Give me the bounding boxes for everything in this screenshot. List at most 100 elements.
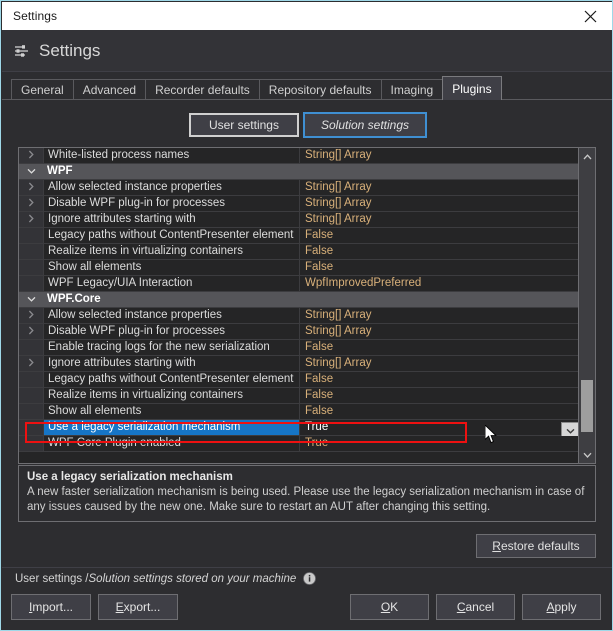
property-name: Enable tracing logs for the new serializ… — [43, 340, 299, 355]
property-row[interactable]: WPF Legacy/UIA Interaction WpfImprovedPre… — [19, 276, 580, 292]
property-row[interactable]: Show all elements False — [19, 404, 580, 420]
property-name: Legacy paths without ContentPresenter el… — [43, 372, 299, 387]
cancel-accel: C — [456, 600, 466, 614]
page-title: Settings — [39, 40, 101, 60]
property-name: Allow selected instance properties — [43, 308, 299, 323]
property-value[interactable]: False — [299, 388, 580, 403]
row-expander-cell — [19, 276, 43, 291]
property-name: Realize items in virtualizing containers — [43, 244, 299, 259]
ok-accel: O — [380, 600, 391, 614]
sliders-icon — [13, 42, 30, 59]
row-expander-cell[interactable] — [19, 148, 43, 163]
property-name: WPF Core Plugin enabled — [43, 436, 299, 451]
property-row[interactable]: Use a legacy serialization mechanism True — [19, 420, 580, 439]
property-name: Realize items in virtualizing containers — [43, 388, 299, 403]
tab-recorder-defaults[interactable]: Recorder defaults — [145, 79, 260, 100]
settings-dialog: Settings Settings General Advanced Recor… — [0, 0, 613, 631]
property-grid[interactable]: White-listed process names String[] Array… — [18, 147, 596, 464]
property-name: Disable WPF plug-in for processes — [43, 324, 299, 339]
property-row[interactable]: White-listed process names String[] Array — [19, 148, 580, 164]
ok-button[interactable]: OK — [350, 594, 429, 620]
chevron-right-icon — [28, 198, 34, 209]
ok-label: K — [390, 600, 399, 614]
property-row[interactable]: Disable WPF plug-in for processes String[… — [19, 196, 580, 212]
property-grid-rows: White-listed process names String[] Array… — [19, 148, 580, 463]
property-row[interactable]: Allow selected instance properties String… — [19, 180, 580, 196]
chevron-right-icon — [28, 358, 34, 369]
property-value[interactable]: String[] Array — [299, 308, 580, 323]
tab-plugins[interactable]: Plugins — [442, 76, 502, 100]
restore-defaults-button[interactable]: Restore defaults — [476, 534, 596, 558]
row-expander-cell[interactable] — [19, 356, 43, 371]
row-expander-cell[interactable] — [19, 308, 43, 323]
property-value[interactable]: String[] Array — [299, 356, 580, 371]
property-name: WPF Legacy/UIA Interaction — [43, 276, 299, 291]
property-row[interactable]: WPF Core Plugin enabled True — [19, 436, 580, 452]
property-name: White-listed process names — [43, 148, 299, 163]
property-row[interactable]: Ignore attributes starting with String[] … — [19, 212, 580, 228]
chevron-up-icon[interactable] — [579, 148, 595, 165]
property-value[interactable]: WpfImprovedPreferred — [299, 276, 580, 291]
window-title: Settings — [13, 9, 58, 23]
apply-accel: A — [546, 600, 555, 614]
tab-strip-underline — [2, 99, 612, 100]
description-body: A new faster serialization mechanism is … — [27, 486, 585, 513]
row-expander-cell — [19, 340, 43, 355]
property-row[interactable]: Legacy paths without ContentPresenter el… — [19, 228, 580, 244]
chevron-down-icon — [566, 428, 574, 434]
row-expander-cell[interactable] — [19, 164, 43, 179]
property-value[interactable]: String[] Array — [299, 180, 580, 195]
property-value[interactable]: False — [299, 244, 580, 259]
tab-repository-defaults[interactable]: Repository defaults — [258, 79, 382, 100]
property-value[interactable]: False — [299, 260, 580, 275]
property-value[interactable]: True — [299, 420, 580, 435]
row-expander-cell[interactable] — [19, 180, 43, 195]
row-expander-cell — [19, 420, 43, 435]
cancel-button[interactable]: Cancel — [436, 594, 515, 620]
chevron-right-icon — [28, 182, 34, 193]
tab-imaging[interactable]: Imaging — [380, 79, 444, 100]
property-row[interactable]: Show all elements False — [19, 260, 580, 276]
row-expander-cell[interactable] — [19, 292, 43, 307]
apply-button[interactable]: Apply — [522, 594, 601, 620]
property-value[interactable]: False — [299, 372, 580, 387]
tab-general[interactable]: General — [11, 79, 74, 100]
property-value[interactable]: False — [299, 340, 580, 355]
chevron-down-icon[interactable] — [579, 446, 595, 463]
property-row[interactable]: Disable WPF plug-in for processes String[… — [19, 324, 580, 340]
property-value[interactable]: String[] Array — [299, 148, 580, 163]
property-group-row[interactable]: WPF.Core — [19, 292, 580, 308]
property-name: WPF — [47, 165, 73, 177]
import-button[interactable]: Import... — [11, 594, 91, 620]
property-grid-scrollbar[interactable] — [578, 148, 595, 463]
property-value[interactable]: False — [299, 228, 580, 243]
row-expander-cell[interactable] — [19, 212, 43, 227]
property-name: Ignore attributes starting with — [43, 212, 299, 227]
user-settings-button[interactable]: User settings — [188, 113, 299, 137]
property-value[interactable]: String[] Array — [299, 324, 580, 339]
row-expander-cell — [19, 228, 43, 243]
info-icon[interactable] — [303, 572, 317, 585]
row-expander-cell — [19, 404, 43, 419]
property-value[interactable]: True — [299, 436, 580, 451]
property-row[interactable]: Enable tracing logs for the new serializ… — [19, 340, 580, 356]
property-row[interactable]: Ignore attributes starting with String[] … — [19, 356, 580, 372]
property-group-row[interactable]: WPF — [19, 164, 580, 180]
row-expander-cell[interactable] — [19, 324, 43, 339]
property-value[interactable]: String[] Array — [299, 196, 580, 211]
property-row[interactable]: Allow selected instance properties String… — [19, 308, 580, 324]
property-value[interactable]: String[] Array — [299, 212, 580, 227]
export-accel: E — [115, 600, 124, 614]
property-row[interactable]: Realize items in virtualizing containers… — [19, 388, 580, 404]
chevron-down-icon — [27, 295, 36, 304]
close-icon[interactable] — [568, 2, 612, 30]
property-row[interactable]: Legacy paths without ContentPresenter el… — [19, 372, 580, 388]
solution-settings-button[interactable]: Solution settings — [302, 112, 428, 138]
property-row[interactable]: Realize items in virtualizing containers… — [19, 244, 580, 260]
tab-advanced[interactable]: Advanced — [72, 79, 147, 100]
row-expander-cell[interactable] — [19, 196, 43, 211]
restore-defaults-label: estore defaults — [500, 539, 580, 553]
scrollbar-thumb[interactable] — [581, 380, 593, 432]
export-button[interactable]: Export... — [98, 594, 178, 620]
property-value[interactable]: False — [299, 404, 580, 419]
